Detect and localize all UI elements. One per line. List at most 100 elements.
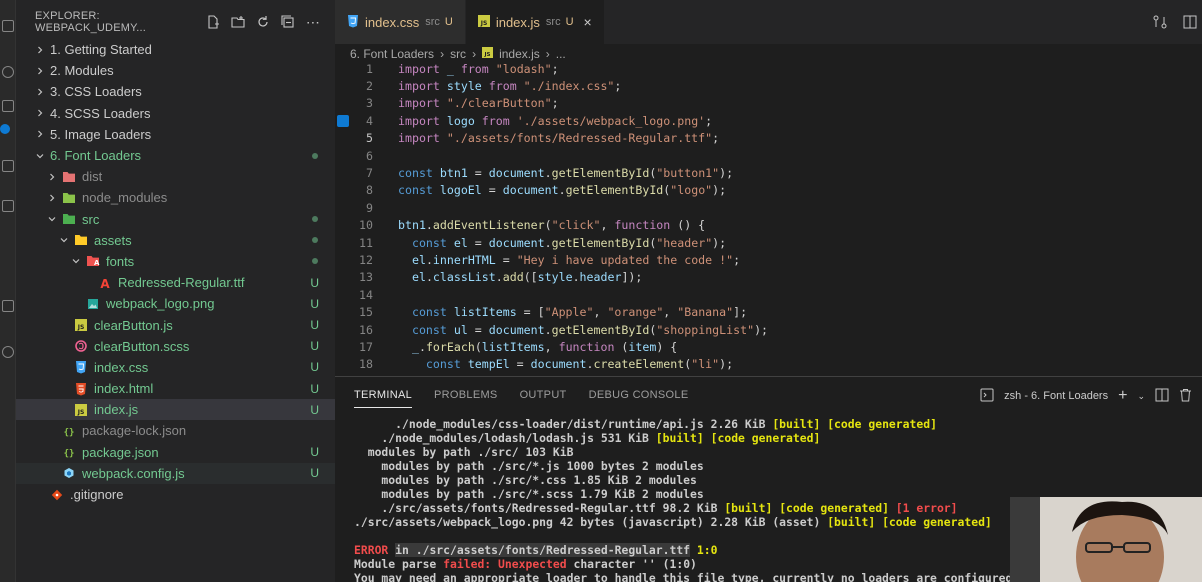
split-terminal-icon[interactable]: [1155, 388, 1169, 405]
refresh-icon[interactable]: [255, 14, 271, 30]
tree-file[interactable]: webpack.config.js U: [16, 462, 335, 484]
git-status-badge: U: [310, 318, 319, 333]
code-line[interactable]: 11 const el = document.getElementById("h…: [335, 234, 1202, 251]
compare-icon[interactable]: [1152, 14, 1168, 35]
source-control-icon[interactable]: [2, 100, 14, 112]
run-icon[interactable]: [2, 160, 14, 172]
chevron-right-icon[interactable]: [34, 107, 46, 119]
code-line[interactable]: 7 const btn1 = document.getElementById("b…: [335, 164, 1202, 181]
tree-file[interactable]: index.html U: [16, 378, 335, 399]
tab-problems[interactable]: PROBLEMS: [434, 389, 498, 401]
tree-folder[interactable]: 5. Image Loaders: [16, 124, 335, 145]
collapse-all-icon[interactable]: [280, 14, 296, 30]
tree-file[interactable]: clearButton.scss U: [16, 336, 335, 357]
tab-output[interactable]: OUTPUT: [520, 389, 567, 401]
code-line[interactable]: 14: [335, 286, 1202, 303]
tree-file[interactable]: A Redressed-Regular.ttf U: [16, 272, 335, 293]
breadcrumb-folder[interactable]: 6. Font Loaders: [350, 47, 434, 61]
chevron-down-icon[interactable]: [70, 255, 82, 267]
css-file-icon: [74, 360, 88, 374]
line-text: const tempEl = document.createElement("l…: [425, 357, 734, 372]
line-number: 18: [359, 357, 373, 372]
breadcrumb-src[interactable]: src: [450, 47, 466, 61]
chevron-right-icon[interactable]: [46, 171, 58, 183]
tab-index-js[interactable]: JS index.js src U ×: [465, 0, 605, 44]
tree-folder[interactable]: dist: [16, 166, 335, 187]
code-line[interactable]: 4 import logo from './assets/webpack_logo…: [335, 112, 1202, 129]
tree-item-label: dist: [82, 169, 103, 185]
code-line[interactable]: 5 import "./assets/fonts/Redressed-Regula…: [335, 130, 1202, 147]
search-icon[interactable]: [2, 66, 14, 78]
code-line[interactable]: 8 const logoEl = document.getElementById(…: [335, 182, 1202, 199]
files-icon[interactable]: [2, 20, 14, 32]
tab-terminal[interactable]: TERMINAL: [354, 389, 413, 408]
svg-text:{}: {}: [64, 428, 75, 437]
code-line[interactable]: 18 const tempEl = document.createElement…: [335, 356, 1202, 373]
font-file-icon: A: [98, 276, 112, 290]
tree-folder[interactable]: Afonts: [16, 251, 335, 272]
breadcrumb-symbol[interactable]: ...: [556, 47, 566, 61]
tree-item-label: src: [82, 211, 100, 227]
breadcrumb-file[interactable]: index.js: [499, 47, 540, 61]
tree-folder[interactable]: 2. Modules: [16, 60, 335, 81]
add-terminal-icon[interactable]: +: [1118, 387, 1127, 405]
chevron-down-icon[interactable]: ⌄: [1137, 391, 1145, 402]
chevron-down-icon[interactable]: [46, 213, 58, 225]
terminal-output[interactable]: ./node_modules/css-loader/dist/runtime/a…: [354, 417, 1033, 582]
remote-icon[interactable]: [2, 300, 14, 312]
tree-file[interactable]: .gitignore: [16, 484, 335, 505]
chevron-right-icon[interactable]: [34, 128, 46, 140]
more-actions-icon[interactable]: ⋯: [305, 14, 321, 30]
tree-folder[interactable]: assets: [16, 230, 335, 251]
code-line[interactable]: 13 el.classList.add([style.header]);: [335, 269, 1202, 286]
tree-file[interactable]: index.css U: [16, 357, 335, 378]
tree-folder[interactable]: src: [16, 209, 335, 230]
svg-text:A: A: [100, 277, 110, 289]
gutter-decoration-icon[interactable]: [337, 114, 349, 127]
code-line[interactable]: 15 const listItems = ["Apple", "orange",…: [335, 303, 1202, 320]
chevron-down-icon[interactable]: [34, 150, 46, 162]
code-editor[interactable]: 1 import _ from "lodash"; 2 import style fr…: [335, 60, 1202, 373]
close-icon[interactable]: ×: [584, 14, 592, 30]
code-line[interactable]: 2 import style from "./index.css";: [335, 77, 1202, 94]
code-line[interactable]: 3 import "./clearButton";: [335, 95, 1202, 112]
line-text: import _ from "lodash";: [398, 61, 559, 76]
panel-actions: zsh - 6. Font Loaders + ⌄: [980, 387, 1192, 405]
folder-dist-icon: [62, 170, 76, 184]
tree-file[interactable]: webpack_logo.png U: [16, 293, 335, 314]
tab-index-css[interactable]: index.css src U: [335, 0, 466, 44]
chevron-right-icon[interactable]: [34, 86, 46, 98]
trash-icon[interactable]: [1179, 388, 1192, 405]
code-line[interactable]: 6: [335, 147, 1202, 164]
tree-folder[interactable]: node_modules: [16, 187, 335, 208]
chevron-right-icon[interactable]: [34, 65, 46, 77]
new-folder-icon[interactable]: [230, 14, 246, 30]
tree-folder[interactable]: 4. SCSS Loaders: [16, 103, 335, 124]
account-icon[interactable]: [2, 346, 14, 358]
tree-file[interactable]: JS index.js U: [16, 399, 335, 421]
tree-file[interactable]: JS clearButton.js U: [16, 314, 335, 335]
chevron-down-icon[interactable]: [58, 234, 70, 246]
tab-debug-console[interactable]: DEBUG CONSOLE: [589, 389, 689, 401]
code-line[interactable]: 9: [335, 199, 1202, 216]
terminal-line: modules by path ./src/*.css 1.85 KiB 2 m…: [354, 473, 697, 487]
tree-file[interactable]: {} package.json U: [16, 442, 335, 463]
code-line[interactable]: 10 btn1.addEventListener("click", functio…: [335, 217, 1202, 234]
code-line[interactable]: 1 import _ from "lodash";: [335, 60, 1202, 77]
extensions-icon[interactable]: [2, 200, 14, 212]
line-number: 6: [366, 148, 373, 163]
tree-folder[interactable]: 1. Getting Started: [16, 39, 335, 60]
chevron-right-icon[interactable]: [46, 192, 58, 204]
modified-dot-icon: [312, 216, 318, 223]
new-file-icon[interactable]: [205, 14, 221, 30]
code-line[interactable]: 12 el.innerHTML = "Hey i have updated th…: [335, 251, 1202, 268]
terminal-shell-select[interactable]: zsh - 6. Font Loaders: [1004, 390, 1108, 402]
tree-folder[interactable]: 3. CSS Loaders: [16, 81, 335, 102]
js-file-icon: JS: [477, 14, 490, 30]
split-editor-icon[interactable]: [1182, 14, 1198, 35]
code-line[interactable]: 17 _.forEach(listItems, function (item) …: [335, 338, 1202, 355]
tree-file[interactable]: {} package-lock.json: [16, 420, 335, 441]
tree-folder[interactable]: 6. Font Loaders: [16, 145, 335, 166]
code-line[interactable]: 16 const ul = document.getElementById("s…: [335, 321, 1202, 338]
chevron-right-icon[interactable]: [34, 44, 46, 56]
